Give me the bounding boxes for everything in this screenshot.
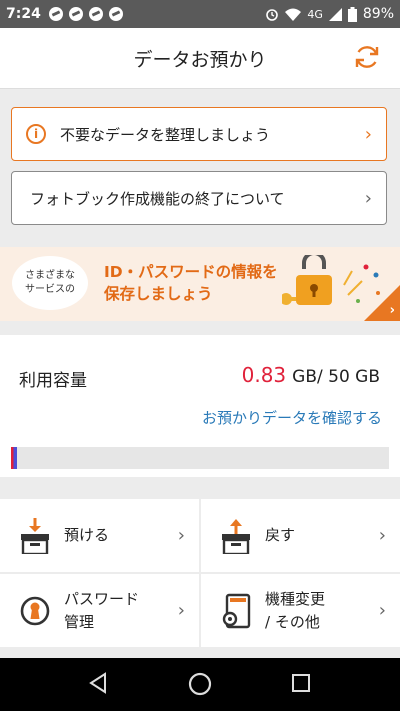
usage-value: 0.83 GB/ 50 GB (242, 363, 380, 387)
back-icon[interactable] (88, 672, 108, 694)
usage-progress-bar (11, 447, 389, 469)
banner-headline: ID・パスワードの情報を 保存しましょう (104, 261, 278, 305)
battery-level: 89% (362, 6, 394, 22)
usage-progress-fill (11, 447, 18, 469)
password-management-button[interactable]: パスワード 管理 › (0, 574, 199, 647)
signal-icon (328, 7, 342, 21)
app-notification-icon (88, 7, 103, 21)
alarm-icon (266, 9, 279, 21)
chevron-right-icon: › (364, 187, 372, 209)
notice-label: フォトブック作成機能の終了について (30, 189, 285, 208)
status-bar: 7:24 4G 89% (0, 0, 400, 28)
bubble-line: さまざまな (25, 270, 75, 281)
view-data-link[interactable]: お預かりデータを確認する (202, 407, 382, 428)
restore-box-icon (222, 518, 250, 554)
total-amount: GB/ 50 GB (292, 367, 380, 387)
chevron-right-icon: › (177, 525, 185, 546)
app-notification-icon (48, 7, 63, 21)
usage-label: 利用容量 (19, 371, 87, 391)
photobook-notice-button[interactable]: フォトブック作成機能の終了について › (11, 171, 387, 225)
restore-label: 戻す (265, 526, 296, 544)
password-banner[interactable]: さまざまな サービスの ID・パスワードの情報を 保存しましょう › (0, 247, 400, 321)
home-icon[interactable] (188, 672, 212, 696)
device-label-line: / その他 (265, 612, 320, 631)
app-notification-icon (108, 7, 123, 21)
deposit-label: 預ける (64, 526, 110, 544)
banner-line: ID・パスワードの情報を (104, 263, 278, 281)
action-grid: 預ける › 戻す › パスワード 管理 › 機種変更 / その他 › (0, 499, 400, 647)
device-change-label: 機種変更 / その他 (265, 588, 325, 634)
storage-usage-panel: 利用容量 0.83 GB/ 50 GB お預かりデータを確認する (0, 335, 400, 477)
chevron-right-icon: › (389, 303, 395, 318)
app-header: データお預かり (0, 28, 400, 89)
wifi-icon (285, 8, 302, 21)
chevron-right-icon: › (364, 123, 372, 145)
phone-gear-icon (222, 593, 251, 628)
info-icon: i (26, 124, 46, 144)
system-navigation-bar (0, 658, 400, 711)
used-amount: 0.83 (241, 363, 287, 387)
banner-speech-bubble: さまざまな サービスの (12, 256, 88, 310)
bubble-line: サービスの (25, 284, 75, 295)
device-change-button[interactable]: 機種変更 / その他 › (201, 574, 400, 647)
chevron-right-icon: › (378, 600, 386, 621)
keyhole-icon (20, 596, 50, 625)
restore-button[interactable]: 戻す › (201, 499, 400, 572)
refresh-icon[interactable] (352, 42, 382, 72)
deposit-button[interactable]: 預ける › (0, 499, 199, 572)
banner-line: 保存しましょう (104, 285, 213, 303)
notice-label: 不要なデータを整理しましょう (60, 125, 271, 144)
app-notification-icon (68, 7, 83, 21)
status-time: 7:24 (6, 6, 41, 22)
battery-icon (347, 6, 357, 22)
password-label-line: パスワード (64, 589, 140, 608)
deposit-box-icon (21, 517, 49, 554)
cleanup-notice-button[interactable]: i 不要なデータを整理しましょう › (11, 107, 387, 161)
recents-icon[interactable] (291, 672, 311, 694)
network-type: 4G (307, 7, 323, 21)
device-label-line: 機種変更 (265, 589, 326, 608)
page-title: データお預かり (133, 49, 267, 71)
password-label-line: 管理 (64, 612, 95, 631)
password-label: パスワード 管理 (64, 588, 139, 634)
chevron-right-icon: › (378, 525, 386, 546)
chevron-right-icon: › (177, 600, 185, 621)
